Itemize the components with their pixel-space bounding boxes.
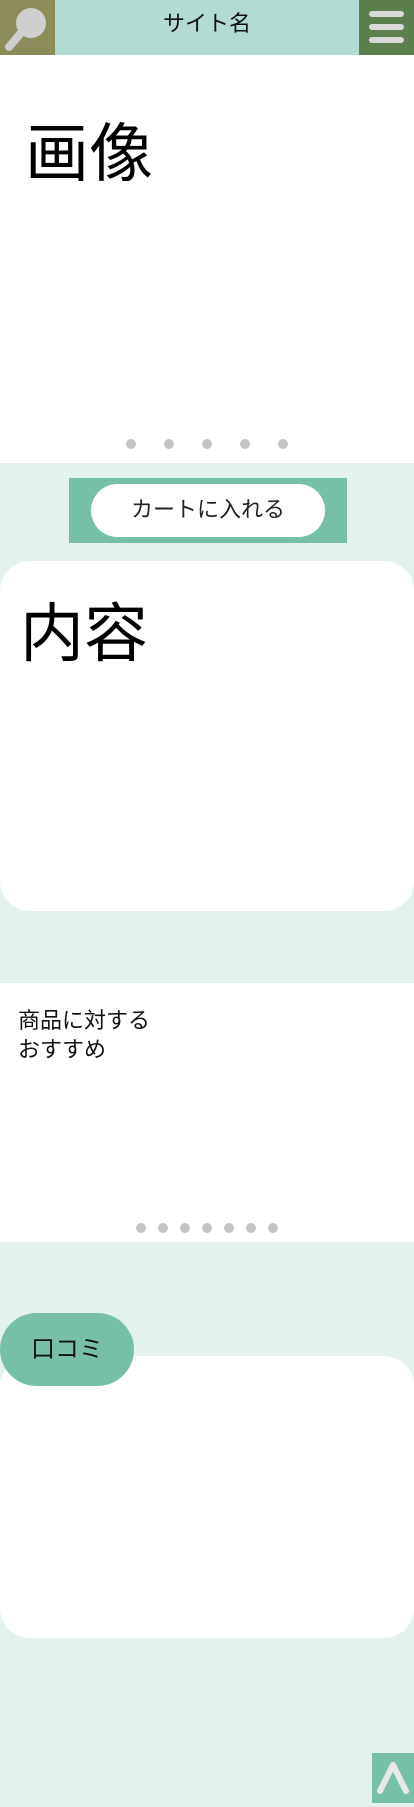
product-image-carousel[interactable]: 画像 (0, 55, 414, 463)
product-content-card: 内容 (0, 561, 414, 911)
add-to-cart-button[interactable]: カートに入れる (91, 484, 325, 537)
carousel-dot[interactable] (164, 439, 174, 449)
menu-button[interactable] (359, 0, 414, 55)
site-title[interactable]: サイト名 (55, 0, 359, 55)
chevron-up-icon (377, 1762, 409, 1794)
carousel-dot[interactable] (136, 1223, 146, 1233)
recommendation-text: 商品に対する おすすめ (18, 1009, 151, 1063)
reviews-tab[interactable]: 口コミ (0, 1313, 134, 1386)
image-carousel-dots (0, 439, 414, 449)
carousel-dot[interactable] (268, 1223, 278, 1233)
header: サイト名 (0, 0, 414, 55)
carousel-dot[interactable] (240, 439, 250, 449)
carousel-dot[interactable] (224, 1223, 234, 1233)
hamburger-menu-icon (369, 11, 404, 43)
carousel-dot[interactable] (278, 439, 288, 449)
carousel-dot[interactable] (202, 1223, 212, 1233)
carousel-dot[interactable] (158, 1223, 168, 1233)
reviews-card (0, 1356, 414, 1638)
image-placeholder-label: 画像 (25, 118, 153, 192)
recommendation-carousel[interactable]: 商品に対する おすすめ (0, 983, 414, 1242)
recommendation-carousel-dots (0, 1223, 414, 1233)
content-placeholder-label: 内容 (20, 598, 148, 672)
carousel-dot[interactable] (126, 439, 136, 449)
cart-button-container: カートに入れる (69, 478, 347, 543)
carousel-dot[interactable] (202, 439, 212, 449)
back-to-top-button[interactable] (372, 1753, 414, 1803)
search-button[interactable] (0, 0, 55, 55)
search-icon (5, 8, 46, 51)
carousel-dot[interactable] (246, 1223, 256, 1233)
carousel-dot[interactable] (180, 1223, 190, 1233)
